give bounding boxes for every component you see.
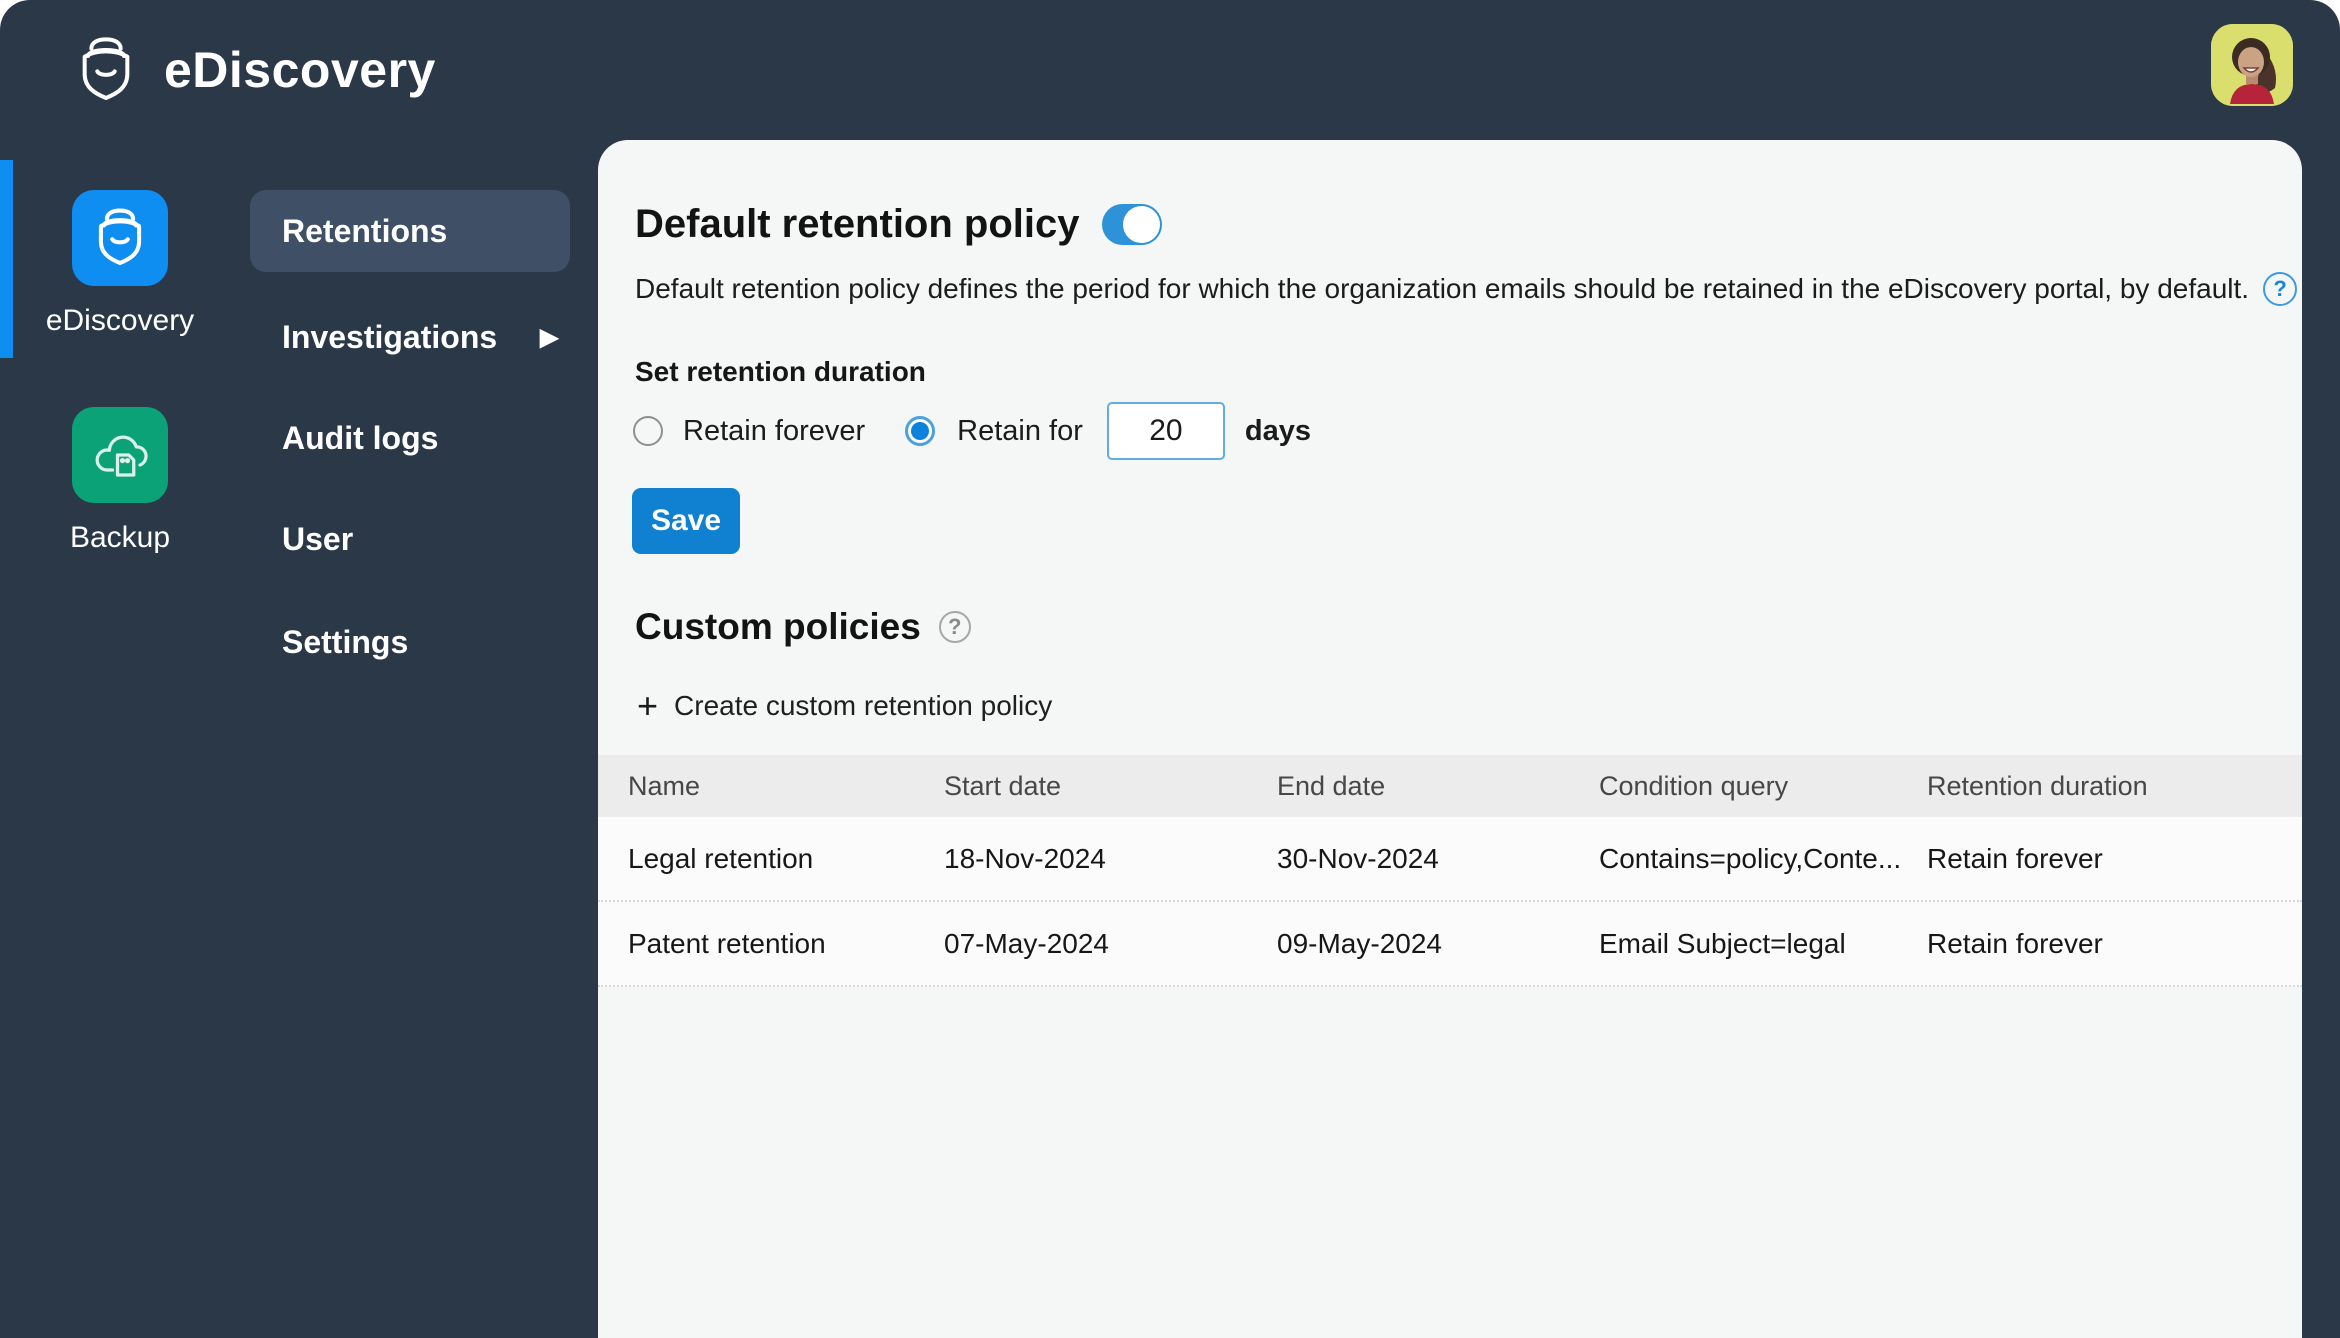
default-policy-toggle[interactable] — [1101, 204, 1162, 245]
radio-retain-forever-label: Retain forever — [683, 414, 866, 447]
menu-label: Settings — [282, 623, 409, 660]
menu-label: User — [282, 520, 354, 557]
module-rail: eDiscovery Backup — [0, 140, 240, 1338]
ediscovery-logo-icon — [82, 37, 130, 100]
retention-days-input[interactable] — [1106, 402, 1225, 460]
table-row[interactable]: Patent retention 07-May-2024 09-May-2024… — [598, 902, 2302, 987]
cell-end-date: 09-May-2024 — [1277, 927, 1442, 959]
radio-dot — [911, 422, 930, 440]
cell-retention-duration: Retain forever — [1927, 927, 2103, 959]
menu-label: Investigations — [282, 318, 498, 355]
help-icon-custom-policies[interactable]: ? — [938, 611, 971, 643]
menu-item-investigations[interactable]: Investigations ▶ — [240, 296, 598, 378]
custom-policies-title: Custom policies — [635, 606, 921, 647]
default-policy-title: Default retention policy — [635, 202, 1080, 246]
col-header-name: Name — [628, 770, 701, 801]
default-policy-description: Default retention policy defines the per… — [635, 273, 2250, 304]
menu-item-settings[interactable]: Settings — [240, 601, 598, 683]
user-avatar[interactable] — [2211, 24, 2293, 106]
app-header: eDiscovery — [0, 0, 2340, 140]
radio-retain-for-label: Retain for — [957, 414, 1083, 447]
retention-duration-options: Retain forever Retain for days — [633, 400, 1311, 462]
backup-cloud-icon — [72, 407, 168, 503]
custom-policies-table: Name Start date End date Condition query… — [598, 755, 2302, 987]
set-retention-duration-label: Set retention duration — [635, 356, 926, 387]
ediscovery-app: eDiscovery eDiscovery Backup Retentions … — [0, 0, 2340, 1338]
module-label-backup: Backup — [69, 521, 171, 554]
col-header-retention-duration: Retention duration — [1927, 770, 2148, 801]
cell-name: Legal retention — [628, 842, 814, 874]
ediscovery-shield-icon — [72, 190, 168, 286]
menu-item-user[interactable]: User — [240, 498, 598, 580]
cell-retention-duration: Retain forever — [1927, 842, 2103, 874]
menu-item-retentions[interactable]: Retentions — [250, 190, 570, 272]
cell-end-date: 30-Nov-2024 — [1277, 842, 1439, 874]
custom-policies-header: Custom policies ? — [635, 606, 971, 648]
days-suffix-label: days — [1244, 414, 1311, 447]
col-header-start-date: Start date — [944, 770, 1062, 801]
submenu-arrow-icon: ▶ — [540, 323, 559, 351]
col-header-condition-query: Condition query — [1599, 770, 1789, 801]
avatar-image — [2211, 24, 2293, 106]
radio-retain-forever[interactable] — [633, 416, 663, 446]
module-backup[interactable]: Backup — [0, 407, 240, 555]
menu-label: Retentions — [282, 212, 448, 249]
cell-name: Patent retention — [628, 927, 826, 959]
toggle-knob — [1122, 206, 1160, 243]
sidebar-menu: Retentions Investigations ▶ Audit logs U… — [240, 140, 598, 1338]
help-icon-default-policy[interactable]: ? — [2263, 272, 2298, 306]
app-title: eDiscovery — [164, 42, 436, 98]
cell-start-date: 18-Nov-2024 — [944, 842, 1106, 874]
create-custom-policy-button[interactable]: + Create custom retention policy — [637, 688, 1052, 724]
col-header-end-date: End date — [1277, 770, 1386, 801]
default-policy-header: Default retention policy — [635, 202, 1162, 247]
default-policy-description-row: Default retention policy defines the per… — [635, 272, 2298, 306]
module-ediscovery[interactable]: eDiscovery — [0, 190, 240, 338]
save-button[interactable]: Save — [632, 488, 740, 554]
table-header-row: Name Start date End date Condition query… — [598, 755, 2302, 817]
menu-item-audit-logs[interactable]: Audit logs — [240, 397, 598, 479]
cell-condition-query: Email Subject=legal — [1599, 927, 1846, 959]
create-custom-policy-label: Create custom retention policy — [674, 690, 1053, 721]
cell-condition-query: Contains=policy,Conte... — [1599, 842, 1902, 874]
menu-label: Audit logs — [282, 419, 439, 456]
retentions-panel: Default retention policy Default retenti… — [598, 140, 2302, 1338]
table-row[interactable]: Legal retention 18-Nov-2024 30-Nov-2024 … — [598, 817, 2302, 902]
cell-start-date: 07-May-2024 — [944, 927, 1109, 959]
plus-icon: + — [637, 685, 659, 726]
radio-retain-for[interactable] — [905, 416, 936, 446]
module-label-ediscovery: eDiscovery — [45, 304, 195, 337]
